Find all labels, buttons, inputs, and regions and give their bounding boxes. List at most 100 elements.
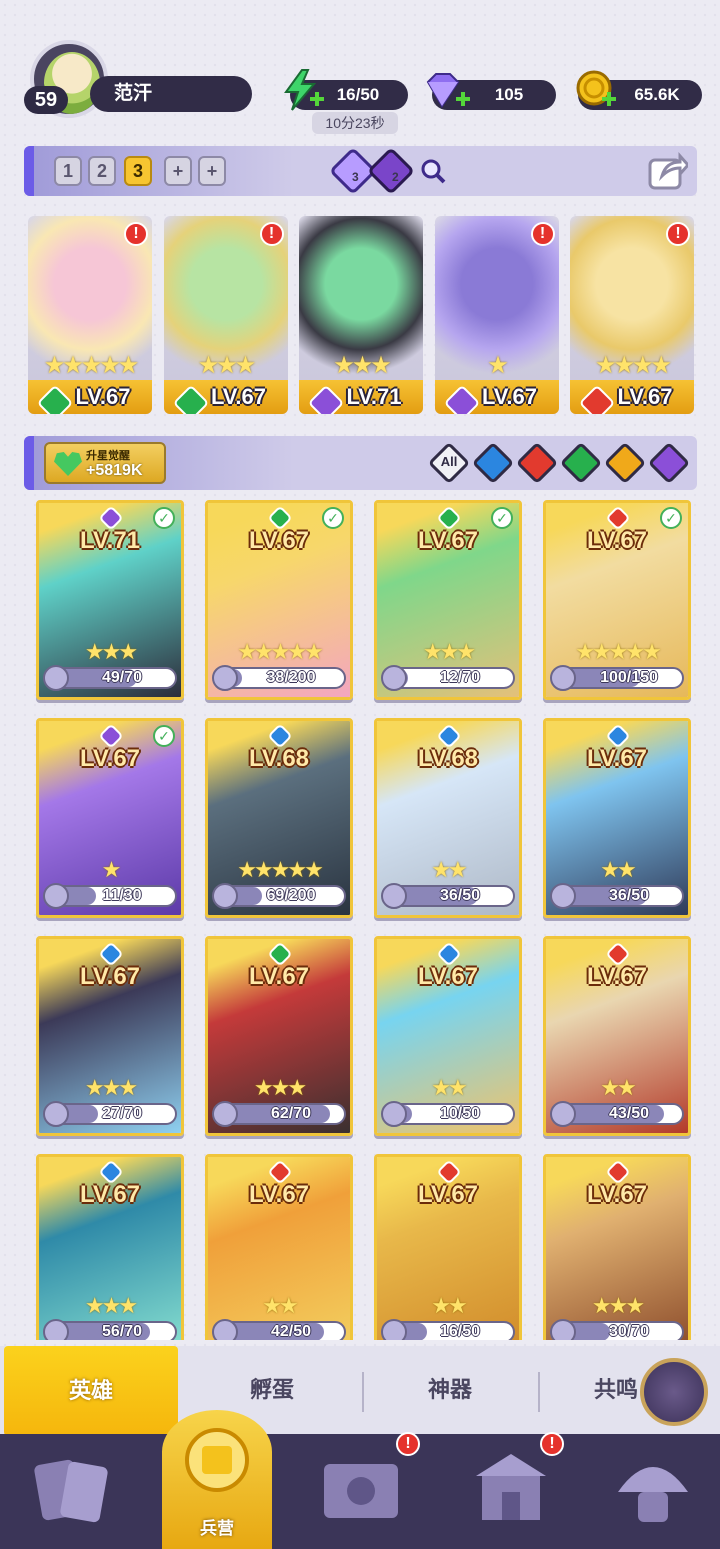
hero-level: LV.67 bbox=[417, 1181, 479, 1208]
hero-stars: ★ bbox=[487, 352, 509, 379]
shard-count: 11/30 bbox=[102, 887, 142, 904]
team-tab-3[interactable]: 3 bbox=[124, 156, 152, 186]
shard-icon bbox=[43, 883, 69, 909]
hero-stars: ★ bbox=[101, 857, 122, 882]
shard-count: 30/70 bbox=[608, 1323, 650, 1340]
bar-accent bbox=[24, 146, 34, 196]
shard-count: 10/50 bbox=[439, 1105, 481, 1122]
hero-card[interactable]: LV.68 ★★ 36/50 bbox=[374, 718, 522, 918]
shard-progress-bar: 42/50 bbox=[212, 1319, 346, 1340]
hero-card[interactable]: LV.67 ★★ 42/50 bbox=[205, 1154, 353, 1340]
gem-value: 105 bbox=[494, 85, 524, 104]
hero-card[interactable]: LV.67 ★★★ 27/70 bbox=[36, 936, 184, 1136]
hero-level: LV.67 bbox=[586, 1181, 648, 1208]
shard-progress-bar: 36/50 bbox=[381, 883, 515, 909]
hero-card[interactable]: LV.67 ★★★ 62/70 bbox=[205, 936, 353, 1136]
dark-shard-count: 2 bbox=[392, 170, 399, 184]
temple-icon[interactable] bbox=[466, 1446, 556, 1536]
shard-count: 27/70 bbox=[101, 1105, 143, 1122]
hero-level: LV.67 bbox=[79, 745, 141, 772]
checkmark-icon: ✓ bbox=[660, 507, 682, 529]
hero-card[interactable]: ✓ LV.67 ★★★★★ 100/150 bbox=[543, 500, 691, 700]
dark-shard-filter-icon[interactable] bbox=[366, 146, 416, 196]
add-energy-icon[interactable] bbox=[310, 92, 324, 106]
add-gem-icon[interactable] bbox=[456, 92, 470, 106]
mushroom-icon[interactable] bbox=[608, 1446, 698, 1536]
team-tab-2[interactable]: 2 bbox=[88, 156, 116, 186]
hero-card[interactable]: LV.67 ★★★ 30/70 bbox=[543, 1154, 691, 1340]
team-slot[interactable]: ★★★ LV.71 bbox=[299, 216, 423, 414]
hero-level: LV.67 bbox=[417, 527, 479, 554]
team-tab-add-2[interactable]: + bbox=[198, 156, 226, 186]
hero-card[interactable]: LV.67 ★★ 16/50 bbox=[374, 1154, 522, 1340]
hero-card[interactable]: ✓ LV.67 ★★★ 12/70 bbox=[374, 500, 522, 700]
upgrade-alert-icon: ! bbox=[666, 222, 690, 246]
hero-stars: ★★★★ bbox=[594, 352, 672, 379]
hero-card[interactable]: LV.68 ★★★★★ 69/200 bbox=[205, 718, 353, 918]
shard-progress-bar: 27/70 bbox=[43, 1101, 177, 1127]
hero-level: LV.67 bbox=[79, 1181, 141, 1208]
hero-stars: ★★ bbox=[262, 1293, 298, 1318]
hero-card[interactable]: ✓ LV.67 ★★★★★ 38/200 bbox=[205, 500, 353, 700]
sparkle-round-button[interactable] bbox=[640, 1358, 708, 1426]
map-book-icon[interactable] bbox=[316, 1446, 406, 1536]
purple-shard-count: 3 bbox=[352, 170, 359, 184]
shard-count: 62/70 bbox=[270, 1105, 312, 1122]
shard-icon bbox=[550, 1319, 576, 1340]
upgrade-alert-icon: ! bbox=[530, 222, 555, 246]
player-level-badge: 59 bbox=[24, 86, 68, 114]
hero-level: LV.67 bbox=[586, 745, 648, 772]
checkmark-icon: ✓ bbox=[153, 507, 175, 529]
hero-level: LV.67 bbox=[586, 963, 648, 990]
add-gold-icon[interactable] bbox=[602, 92, 616, 106]
shard-progress-bar: 49/70 bbox=[43, 665, 177, 691]
hero-stars: ★★★ bbox=[422, 639, 476, 664]
shard-progress-bar: 12/70 bbox=[381, 665, 515, 691]
player-name[interactable]: 范汗 bbox=[90, 76, 252, 112]
hero-card[interactable]: ✓ LV.71 ★★★ 49/70 bbox=[36, 500, 184, 700]
shard-count: 36/50 bbox=[439, 887, 481, 904]
shard-icon bbox=[43, 1319, 69, 1340]
shard-icon bbox=[212, 883, 238, 909]
tab-divider bbox=[362, 1372, 364, 1412]
shard-count: 12/70 bbox=[439, 669, 481, 686]
filter-all-label: All bbox=[440, 454, 458, 469]
shard-progress-bar: 11/30 bbox=[43, 883, 177, 909]
awaken-button[interactable]: 升星觉醒 +5819K bbox=[44, 442, 166, 484]
magnifier-icon[interactable] bbox=[420, 158, 446, 184]
shard-progress-bar: 10/50 bbox=[381, 1101, 515, 1127]
hero-stars: ★★ bbox=[431, 857, 467, 882]
tab-heroes[interactable]: 英雄 bbox=[4, 1346, 178, 1436]
shard-count: 42/50 bbox=[270, 1323, 312, 1340]
nav-barracks-label: 兵营 bbox=[200, 1519, 234, 1538]
awaken-label: 升星觉醒 bbox=[86, 450, 130, 462]
shard-icon bbox=[550, 883, 576, 909]
shard-count: 49/70 bbox=[101, 669, 143, 686]
shard-count: 43/50 bbox=[608, 1105, 650, 1122]
hero-card[interactable]: ✓ LV.67 ★ 11/30 bbox=[36, 718, 184, 918]
shard-icon bbox=[212, 1319, 238, 1340]
hero-level: LV.67 bbox=[417, 963, 479, 990]
cards-icon[interactable] bbox=[28, 1446, 118, 1536]
hero-level: LV.67 bbox=[79, 963, 141, 990]
upgrade-alert-icon: ! bbox=[259, 222, 284, 246]
hero-stars: ★★★ bbox=[591, 1293, 645, 1318]
shard-icon bbox=[43, 665, 69, 691]
upgrade-alert-icon: ! bbox=[124, 222, 148, 246]
team-tab-add-1[interactable]: + bbox=[164, 156, 192, 186]
hero-stars: ★★★★★ bbox=[237, 857, 324, 882]
hero-card[interactable]: LV.67 ★★ 36/50 bbox=[543, 718, 691, 918]
barracks-icon bbox=[185, 1428, 249, 1492]
hero-stars: ★★ bbox=[600, 857, 636, 882]
hero-level: LV.67 bbox=[248, 963, 310, 990]
hero-card[interactable]: LV.67 ★★ 10/50 bbox=[374, 936, 522, 1136]
shard-progress-bar: 56/70 bbox=[43, 1319, 177, 1340]
shard-count: 100/150 bbox=[600, 669, 658, 686]
hero-card[interactable]: LV.67 ★★★ 56/70 bbox=[36, 1154, 184, 1340]
hero-card[interactable]: LV.67 ★★ 43/50 bbox=[543, 936, 691, 1136]
team-tab-1[interactable]: 1 bbox=[54, 156, 82, 186]
tab-artifact[interactable]: 神器 bbox=[370, 1358, 530, 1422]
share-icon[interactable] bbox=[648, 152, 688, 190]
hero-stars: ★★★★★ bbox=[237, 639, 324, 664]
shard-count: 36/50 bbox=[608, 887, 650, 904]
